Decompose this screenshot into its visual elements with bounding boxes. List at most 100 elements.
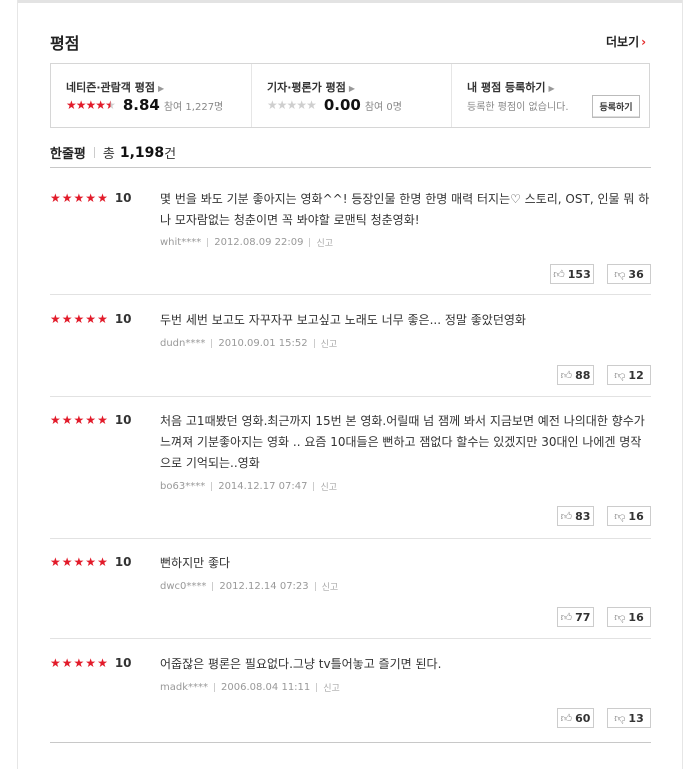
review-date: 2014.12.17 07:47 [218,481,308,492]
thumbs-up-icon: 👍︎ [560,509,573,523]
review-date: 2006.08.04 11:11 [221,682,311,693]
thumbs-up-icon: 👍︎ [560,610,573,624]
thumbs-down-icon: 👎︎ [614,267,626,281]
thumbs-up-icon: 👍︎ [553,267,565,281]
star-icon: ★ [95,98,106,112]
netizen-score-title[interactable]: 네티즌·관람객 평점 ▶ [66,79,164,95]
review-text: 어줍잖은 평론은 필요없다.그냥 tv틀어놓고 즐기면 된다. [160,657,442,671]
star-icon: ★ [306,98,317,112]
star-icon: ★ [97,312,108,326]
report-link[interactable]: 신고 [323,681,340,694]
review-section-title: 한줄평 [50,147,86,162]
review-meta: dwc0**** 2012.12.14 07:23 신고 [160,580,338,593]
caret-right-icon: ▶ [157,84,165,93]
review-divider [50,638,651,639]
more-label: 더보기 [606,35,640,49]
report-link[interactable]: 신고 [322,580,339,593]
review-divider [50,294,651,295]
review-score: 10 [114,312,132,326]
netizen-score-value: 8.84 [122,96,160,114]
star-icon: ★ [50,191,61,205]
my-score-panel: 내 평점 등록하기 ▶ 등록한 평점이 없습니다. 등록하기 [451,64,650,127]
list-bottom-divider [50,742,651,743]
divider [314,582,316,591]
star-icon: ★ [50,656,61,670]
dislike-button[interactable]: 👎︎ 16 [607,607,651,627]
review-user[interactable]: bo63**** [160,481,205,492]
divider [316,683,318,692]
review-score: 10 [114,413,132,427]
netizen-participants: 참여 1,227명 [163,101,224,113]
thumbs-down-icon: 👎︎ [614,509,626,523]
review-divider [50,538,651,539]
dislike-button[interactable]: 👎︎ 16 [607,506,651,526]
total-count: 1,198 [119,144,165,161]
star-icon: ★ [61,656,73,670]
netizen-score-panel: 네티즌·관람객 평점 ▶ ★ ★ ★ ★ ★ 8.84 참여 1,227명 [51,64,251,127]
star-icon: ★ [296,98,307,112]
critic-stars: ★ ★ ★ ★ ★ 0.00 참여 0명 [267,96,402,114]
star-icon: ★ [85,656,97,670]
review-stars: ★ ★ ★ ★ ★ 10 [50,555,132,569]
report-link[interactable]: 신고 [320,480,337,493]
review-user[interactable]: dudn**** [160,338,205,349]
star-icon: ★ [73,413,85,427]
star-icon: ★ [276,98,288,112]
review-score: 10 [114,555,132,569]
review-meta: bo63**** 2014.12.17 07:47 신고 [160,480,337,493]
star-icon: ★ [73,555,85,569]
review-stars: ★ ★ ★ ★ ★ 10 [50,312,132,326]
divider [309,238,311,247]
star-icon: ★ [75,98,87,112]
review-text: 처음 고1때봤던 영화.최근까지 15번 본 영화.어릴때 넘 잼께 봐서 지금… [160,414,645,470]
like-button[interactable]: 👍︎ 153 [550,264,594,284]
like-button[interactable]: 👍︎ 83 [557,506,594,526]
netizen-stars: ★ ★ ★ ★ ★ 8.84 참여 1,227명 [66,96,224,114]
review-divider [50,396,651,397]
review-user[interactable]: dwc0**** [160,581,206,592]
review-meta: madk**** 2006.08.04 11:11 신고 [160,681,340,694]
dislike-button[interactable]: 👎︎ 36 [607,264,651,284]
caret-right-icon: ▶ [548,84,555,93]
divider [211,339,213,348]
report-link[interactable]: 신고 [321,337,338,350]
review-user[interactable]: whit**** [160,237,201,248]
star-icon: ★ [85,191,97,205]
like-button[interactable]: 👍︎ 77 [557,607,594,627]
star-icon: ★ [85,312,97,326]
star-icon: ★ [73,191,85,205]
divider [214,683,216,692]
star-icon: ★ [286,98,298,112]
thumbs-up-icon: 👍︎ [560,711,573,725]
dislike-button[interactable]: 👎︎ 12 [607,365,651,385]
review-score: 10 [114,191,132,205]
thumbs-down-icon: 👎︎ [614,368,626,382]
total-unit: 건 [164,147,177,162]
dislike-button[interactable]: 👎︎ 13 [607,708,651,728]
review-date: 2012.12.14 07:23 [219,581,309,592]
list-top-divider [50,167,651,168]
star-icon: ★ [97,191,108,205]
star-icon: ★ [61,555,73,569]
critic-score-panel: 기자·평론가 평점 ▶ ★ ★ ★ ★ ★ 0.00 참여 0명 [251,64,452,127]
star-icon: ★ [50,555,61,569]
review-count: 한줄평 총 1,198 건 [50,143,177,163]
critic-score-title[interactable]: 기자·평론가 평점 ▶ [267,79,355,95]
review-stars: ★ ★ ★ ★ ★ 10 [50,191,132,205]
divider [93,147,95,158]
review-text: 두번 세번 보고도 자꾸자꾸 보고싶고 노래도 너무 좋은... 정말 좋았던영… [160,313,526,327]
review-user[interactable]: madk**** [160,682,208,693]
review-meta: dudn**** 2010.09.01 15:52 신고 [160,337,337,350]
star-icon: ★ [267,98,278,112]
like-button[interactable]: 👍︎ 88 [557,365,594,385]
caret-right-icon: ▶ [348,84,356,93]
thumbs-up-icon: 👍︎ [560,368,573,382]
divider [313,339,315,348]
report-link[interactable]: 신고 [316,236,333,249]
register-score-button[interactable]: 등록하기 [592,95,640,118]
more-link[interactable]: 더보기 › [606,33,646,50]
divider [212,582,214,591]
like-button[interactable]: 👍︎ 60 [557,708,594,728]
star-icon: ★ [61,191,73,205]
my-score-title[interactable]: 내 평점 등록하기 ▶ [467,79,555,95]
